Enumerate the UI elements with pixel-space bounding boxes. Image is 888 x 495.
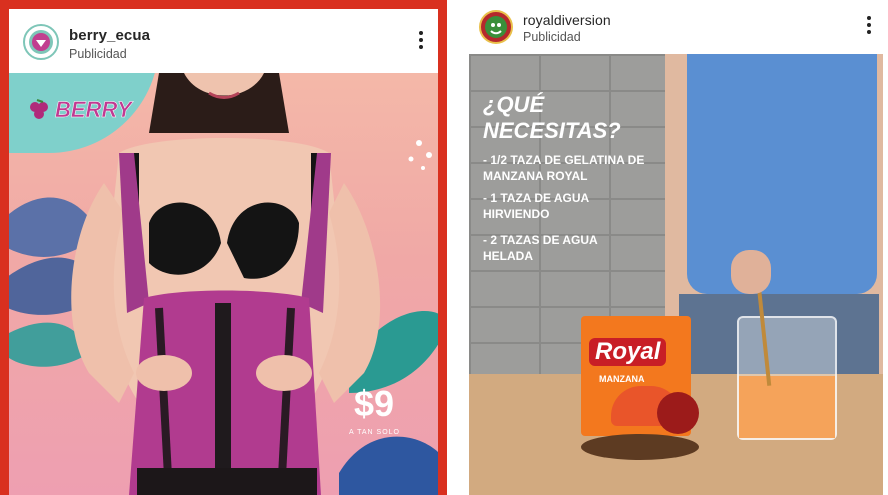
avatar[interactable]	[479, 10, 513, 44]
plate	[581, 434, 699, 460]
post-image[interactable]: ¿QUÉ NECESITAS? - 1/2 TAZA DE GELATINA D…	[469, 54, 883, 495]
blue-blouse	[687, 54, 877, 294]
username[interactable]: berry_ecua	[69, 27, 150, 44]
royal-logo-icon	[485, 16, 507, 38]
price-caption: A TAN SOLO	[349, 429, 400, 436]
more-options-icon[interactable]	[418, 31, 424, 53]
post-card: berry_ecua Publicidad BERRY $9 A TAN SOL…	[9, 9, 438, 495]
ingredient-1: - 1/2 TAZA DE GELATINA DE MANZANA ROYAL	[483, 153, 645, 183]
ingredient-3: - 2 TAZAS DE AGUA HELADA	[483, 233, 598, 263]
berry-logo-icon	[29, 30, 53, 54]
post-header: berry_ecua Publicidad	[9, 9, 438, 73]
orange-liquid	[739, 376, 835, 438]
hand	[731, 250, 771, 294]
apple	[657, 392, 699, 434]
post-image[interactable]: BERRY $9 A TAN SOLO	[9, 73, 438, 495]
ad-post-royal: royaldiversion Publicidad ¿QUÉ NECESITAS…	[465, 0, 888, 495]
sponsored-label: Publicidad	[69, 47, 127, 61]
package-label: Royal	[589, 338, 667, 366]
sponsored-label: Publicidad	[523, 30, 581, 44]
ingredient-2: - 1 TAZA DE AGUA HIRVIENDO	[483, 191, 589, 221]
username[interactable]: royaldiversion	[523, 12, 611, 28]
package-flavor: MANZANA	[599, 374, 645, 384]
ad-post-berry: berry_ecua Publicidad BERRY $9 A TAN SOL…	[0, 0, 447, 495]
question-heading: ¿QUÉ NECESITAS?	[483, 92, 621, 143]
more-options-icon[interactable]	[866, 16, 872, 38]
measuring-cup	[737, 316, 837, 440]
avatar[interactable]	[23, 24, 59, 60]
post-header: royaldiversion Publicidad	[465, 0, 888, 54]
price-text: $9	[354, 383, 395, 424]
